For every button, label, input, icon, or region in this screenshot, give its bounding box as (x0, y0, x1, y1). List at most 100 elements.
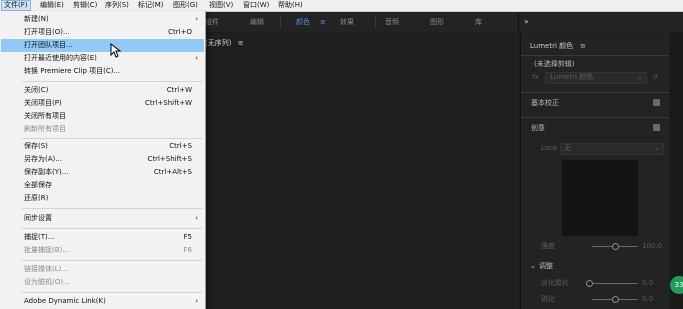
menu-help[interactable]: 帮助(H) (276, 0, 305, 11)
menu-item-save-copy[interactable]: 保存副本(Y)... Ctrl+Alt+S (1, 166, 204, 179)
menu-item-adobe-dynamic-link[interactable]: Adobe Dynamic Link(K) › (1, 295, 204, 308)
menu-item-shortcut: Ctrl+O (168, 28, 192, 36)
section-divider (521, 117, 669, 118)
faded-film-slider-handle[interactable] (586, 280, 593, 287)
menu-item-sync-settings[interactable]: 同步设置 › (1, 212, 204, 225)
look-preview-thumbnail[interactable] (562, 160, 638, 236)
menu-item-label: 链接媒体(L)... (24, 265, 69, 273)
menu-item-open-recent[interactable]: 打开最近使用的内容(E) › (1, 52, 204, 65)
faded-film-label: 淡化胶片 (541, 279, 569, 287)
menu-item-close-all-projects[interactable]: 关闭所有项目 (1, 110, 204, 123)
menu-item-refresh-all-projects[interactable]: 刷新所有项目 (1, 123, 204, 136)
menu-item-save[interactable]: 保存(S) Ctrl+S (1, 140, 204, 153)
look-dropdown[interactable]: 无 ⌄ (560, 143, 664, 155)
menu-clip[interactable]: 剪辑(C) (71, 0, 99, 11)
workspace-menu-icon[interactable]: ≡ (320, 12, 326, 32)
lumetri-effect-dropdown[interactable]: Lumetri 颜色 ⌄ (545, 72, 647, 84)
menu-item-shortcut: Ctrl+Shift+W (144, 99, 192, 107)
menu-item-shortcut: F5 (183, 233, 192, 241)
workspace-tab-effects[interactable]: 效果 (340, 12, 354, 32)
menu-item-label: 转换 Premiere Clip 项目(C)... (24, 67, 121, 75)
menu-item-label: 刷新所有项目 (24, 125, 66, 133)
menu-item-save-all[interactable]: 全部保存 (1, 179, 204, 192)
menu-item-label: 全部保存 (24, 181, 52, 189)
menu-separator (22, 260, 203, 261)
submenu-arrow-icon: › (195, 15, 198, 23)
look-label: Look (541, 144, 558, 152)
menu-item-convert-premiere-clip[interactable]: 转换 Premiere Clip 项目(C)... (1, 65, 204, 78)
menu-edit[interactable]: 编辑(E) (38, 0, 66, 11)
menu-item-label: 另存为(A)... (24, 155, 62, 163)
menu-item-link-media[interactable]: 链接媒体(L)... (1, 263, 204, 276)
look-value: 无 (564, 144, 571, 152)
menu-item-shortcut: Ctrl+Alt+S (153, 168, 192, 176)
menu-item-save-as[interactable]: 另存为(A)... Ctrl+Shift+S (1, 153, 204, 166)
menu-window[interactable]: 窗口(W) (241, 0, 271, 11)
sharpen-value[interactable]: 0.0 (642, 295, 653, 304)
chevron-down-icon[interactable]: ⌄ (530, 262, 536, 271)
lumetri-clip-label: (未选择剪辑) (534, 60, 575, 68)
menu-item-batch-capture[interactable]: 批量捕捉(B)... F6 (1, 244, 204, 257)
workspace-bar: 组件 编辑 颜色 ≡ 效果 音频 图形 库 (205, 12, 518, 32)
menu-item-open-project[interactable]: 打开项目(O)... Ctrl+O (1, 26, 204, 39)
section-creative[interactable]: 创意 (531, 124, 545, 133)
program-monitor-panel (205, 33, 518, 309)
panel-scrollbar[interactable] (670, 33, 683, 309)
menu-item-make-offline[interactable]: 设为脱机(O)... (1, 276, 204, 289)
menu-view[interactable]: 视图(V) (207, 0, 235, 11)
menu-item-label: 捕捉(T)... (24, 233, 55, 241)
section-adjustments[interactable]: 调整 (539, 262, 553, 271)
intensity-slider-handle[interactable] (612, 243, 619, 250)
menu-item-close[interactable]: 关闭(C) Ctrl+W (1, 84, 204, 97)
menu-item-label: 新建(N) (24, 15, 49, 23)
chevron-down-icon: ⌄ (637, 73, 643, 81)
menu-separator (22, 81, 203, 82)
workspace-overflow-icon[interactable]: » (524, 12, 529, 32)
menu-item-label: 打开项目(O)... (24, 28, 70, 36)
workspace-tab-editing[interactable]: 编辑 (250, 12, 264, 32)
basic-correction-toggle[interactable] (653, 99, 660, 106)
workspace-tab-graphics[interactable]: 图形 (430, 12, 444, 32)
lumetri-title: Lumetri 颜色 (530, 42, 574, 50)
menu-item-label: 关闭(C) (24, 86, 49, 94)
menu-item-label: 同步设置 (24, 214, 52, 222)
menu-item-label: 保存副本(Y)... (24, 168, 69, 176)
menu-item-shortcut: Ctrl+W (166, 86, 192, 94)
sequence-menu-icon[interactable]: ≡ (238, 39, 244, 47)
faded-film-slider-track[interactable] (593, 283, 638, 284)
fx-icon: fx (532, 73, 539, 81)
menu-item-label: 批量捕捉(B)... (24, 246, 69, 254)
workspace-tab-assembly[interactable]: 组件 (205, 12, 219, 32)
workspace-divider (375, 16, 376, 28)
workspace-divider (280, 16, 281, 28)
menu-item-revert[interactable]: 还原(R) (1, 192, 204, 205)
menu-item-label: 保存(S) (24, 142, 48, 150)
menu-graphics[interactable]: 图形(G) (171, 0, 200, 11)
sequence-title-text: (无序列) (205, 39, 232, 47)
section-basic-correction[interactable]: 基本校正 (531, 99, 559, 108)
panel-divider (521, 55, 669, 56)
lumetri-effect-value: Lumetri 颜色 (550, 73, 594, 81)
menu-item-capture[interactable]: 捕捉(T)... F5 (1, 231, 204, 244)
workspace-tab-color[interactable]: 颜色 (296, 12, 310, 32)
sequence-title: (无序列) ≡ (205, 38, 244, 48)
submenu-arrow-icon: › (195, 297, 198, 305)
menu-item-shortcut: Ctrl+Shift+S (147, 155, 192, 163)
menu-item-open-team-project[interactable]: 打开团队项目... (1, 39, 204, 52)
intensity-value[interactable]: 100.0 (642, 242, 662, 251)
sharpen-slider-handle[interactable] (612, 296, 619, 303)
faded-film-value[interactable]: 0.0 (642, 279, 653, 288)
intensity-label: 强度 (541, 242, 555, 250)
menu-item-close-project[interactable]: 关闭项目(P) Ctrl+Shift+W (1, 97, 204, 110)
menu-file[interactable]: 文件(F) (1, 0, 31, 11)
menu-item-new[interactable]: 新建(N) › (1, 13, 204, 26)
workspace-tab-audio[interactable]: 音频 (385, 12, 399, 32)
creative-toggle[interactable] (653, 124, 660, 131)
lumetri-menu-icon[interactable]: ≡ (580, 42, 586, 51)
reset-icon[interactable]: ↺ (652, 73, 658, 82)
workspace-tab-libraries[interactable]: 库 (475, 12, 482, 32)
menu-sequence[interactable]: 序列(S) (103, 0, 131, 11)
notification-badge[interactable]: 33 (670, 276, 683, 294)
sharpen-label: 锐化 (541, 295, 555, 303)
menu-marker[interactable]: 标记(M) (136, 0, 166, 11)
